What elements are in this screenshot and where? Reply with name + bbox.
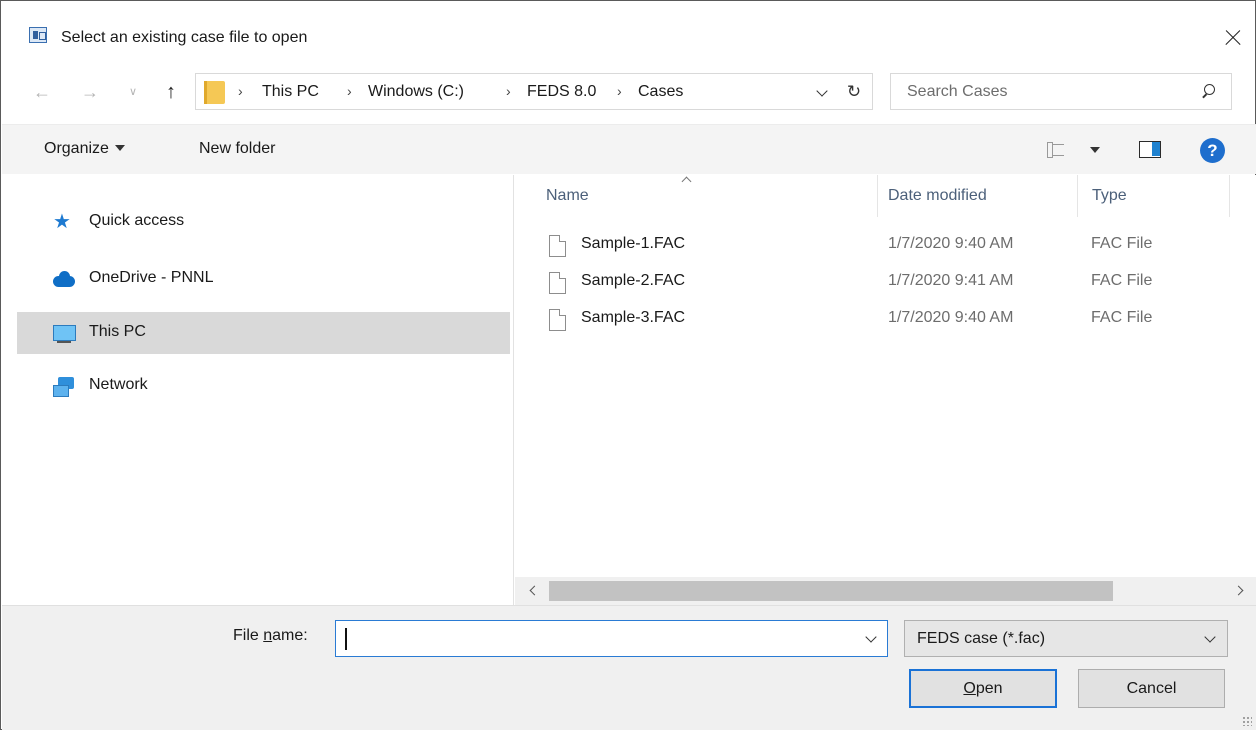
column-divider[interactable] [1229,175,1230,217]
horizontal-scrollbar[interactable] [515,577,1256,605]
file-type-chevron-down-icon[interactable] [1203,632,1217,646]
change-view-icon[interactable] [1047,141,1065,158]
resize-grip-icon[interactable] [1242,716,1252,726]
file-type-select[interactable]: FEDS case (*.fac) [904,620,1228,657]
file-name-label-suffix: ame: [272,627,308,644]
sort-ascending-icon [681,175,691,183]
new-folder-button[interactable]: New folder [199,140,275,158]
column-header-type[interactable]: Type [1092,187,1127,205]
search-input[interactable] [907,82,1187,102]
open-label-rest: pen [975,680,1003,697]
chevron-right-icon: › [617,83,622,99]
back-button[interactable]: ← [30,79,54,105]
file-name-chevron-down-icon[interactable] [864,632,878,646]
file-name-label-prefix: File [233,627,264,644]
forward-button[interactable]: → [78,79,102,105]
search-icon[interactable] [1201,84,1215,98]
folder-icon [204,81,225,104]
sidebar-item-label: This PC [89,323,146,340]
close-button[interactable] [1209,15,1255,59]
column-divider[interactable] [877,175,878,217]
file-name: Sample-3.FAC [581,309,686,326]
file-name-combobox[interactable] [335,620,888,657]
breadcrumb-this-pc[interactable]: This PC [262,83,319,101]
up-button[interactable]: ↑ [159,79,183,105]
file-name-label: File name: [233,627,308,645]
open-file-dialog: Select an existing case file to open ← →… [0,0,1256,730]
file-date: 1/7/2020 9:41 AM [888,272,1014,289]
chevron-right-icon: › [506,83,511,99]
scroll-left-arrow-icon[interactable] [527,583,541,599]
cloud-icon [53,270,75,288]
sidebar-item-label: OneDrive - PNNL [89,269,214,286]
view-options-caret-down-icon[interactable] [1090,147,1100,153]
command-toolbar: Organize New folder ? [2,124,1256,174]
recent-locations-button[interactable]: ∨ [121,79,145,105]
file-icon [549,272,566,294]
help-icon[interactable]: ? [1200,138,1225,163]
scroll-right-arrow-icon[interactable] [1234,583,1248,599]
column-divider[interactable] [1077,175,1078,217]
sidebar-item-onedrive[interactable]: OneDrive - PNNL [17,258,510,300]
file-type: FAC File [1091,309,1153,326]
file-type: FAC File [1091,235,1153,252]
sidebar-item-label: Quick access [89,212,185,229]
sidebar-item-label: Network [89,376,148,393]
file-icon [549,235,566,257]
organize-button[interactable]: Organize [44,140,125,158]
chevron-right-icon: › [347,83,352,99]
network-icon [53,377,75,397]
column-header-date-modified[interactable]: Date modified [888,187,987,205]
file-type-value: FEDS case (*.fac) [917,630,1046,647]
column-header-name[interactable]: Name [546,187,589,205]
dialog-footer: File name: FEDS case (*.fac) Open Cancel [2,605,1256,730]
file-name: Sample-2.FAC [581,272,686,289]
file-type: FAC File [1091,272,1153,289]
open-button[interactable]: Open [909,669,1057,708]
computer-icon [53,324,76,343]
chevron-right-icon: › [238,83,243,99]
text-cursor [345,628,347,650]
file-date: 1/7/2020 9:40 AM [888,235,1014,252]
sidebar-item-network[interactable]: Network [17,365,510,407]
navigation-bar: ← → ∨ ↑ › This PC › Windows (C:) › FEDS … [1,73,1255,113]
title-bar: Select an existing case file to open [1,1,1255,59]
navigation-pane: ★ Quick access OneDrive - PNNL This PC N… [2,175,514,605]
file-row[interactable]: Sample-1.FAC 1/7/2020 9:40 AM FAC File [545,233,1245,269]
open-label-mnemonic: O [963,680,976,697]
file-list: Name Date modified Type Sample-1.FAC 1/7… [515,175,1256,605]
star-icon: ★ [53,211,71,233]
address-dropdown-chevron-down-icon[interactable] [815,83,831,101]
file-row[interactable]: Sample-3.FAC 1/7/2020 9:40 AM FAC File [545,307,1245,343]
file-icon [549,309,566,331]
file-name: Sample-1.FAC [581,235,686,252]
breadcrumb-cases[interactable]: Cases [638,83,683,101]
caret-down-icon [114,145,125,151]
sidebar-item-quick-access[interactable]: ★ Quick access [17,201,510,243]
sidebar-item-this-pc[interactable]: This PC [17,312,510,354]
search-box[interactable] [890,73,1232,110]
preview-pane-icon[interactable] [1139,141,1161,158]
breadcrumb-feds[interactable]: FEDS 8.0 [527,83,596,101]
breadcrumb-windows-c[interactable]: Windows (C:) [368,83,464,101]
file-name-label-mnemonic: n [263,627,273,644]
window-title: Select an existing case file to open [61,29,308,46]
file-date: 1/7/2020 9:40 AM [888,309,1014,326]
file-row[interactable]: Sample-2.FAC 1/7/2020 9:41 AM FAC File [545,270,1245,306]
address-bar[interactable]: › This PC › Windows (C:) › FEDS 8.0 › Ca… [195,73,873,110]
scrollbar-thumb[interactable] [549,581,1113,601]
refresh-icon[interactable]: ↻ [842,80,866,104]
app-icon [29,27,47,43]
cancel-button[interactable]: Cancel [1078,669,1225,708]
file-name-input[interactable] [344,628,854,650]
organize-label: Organize [44,140,109,157]
